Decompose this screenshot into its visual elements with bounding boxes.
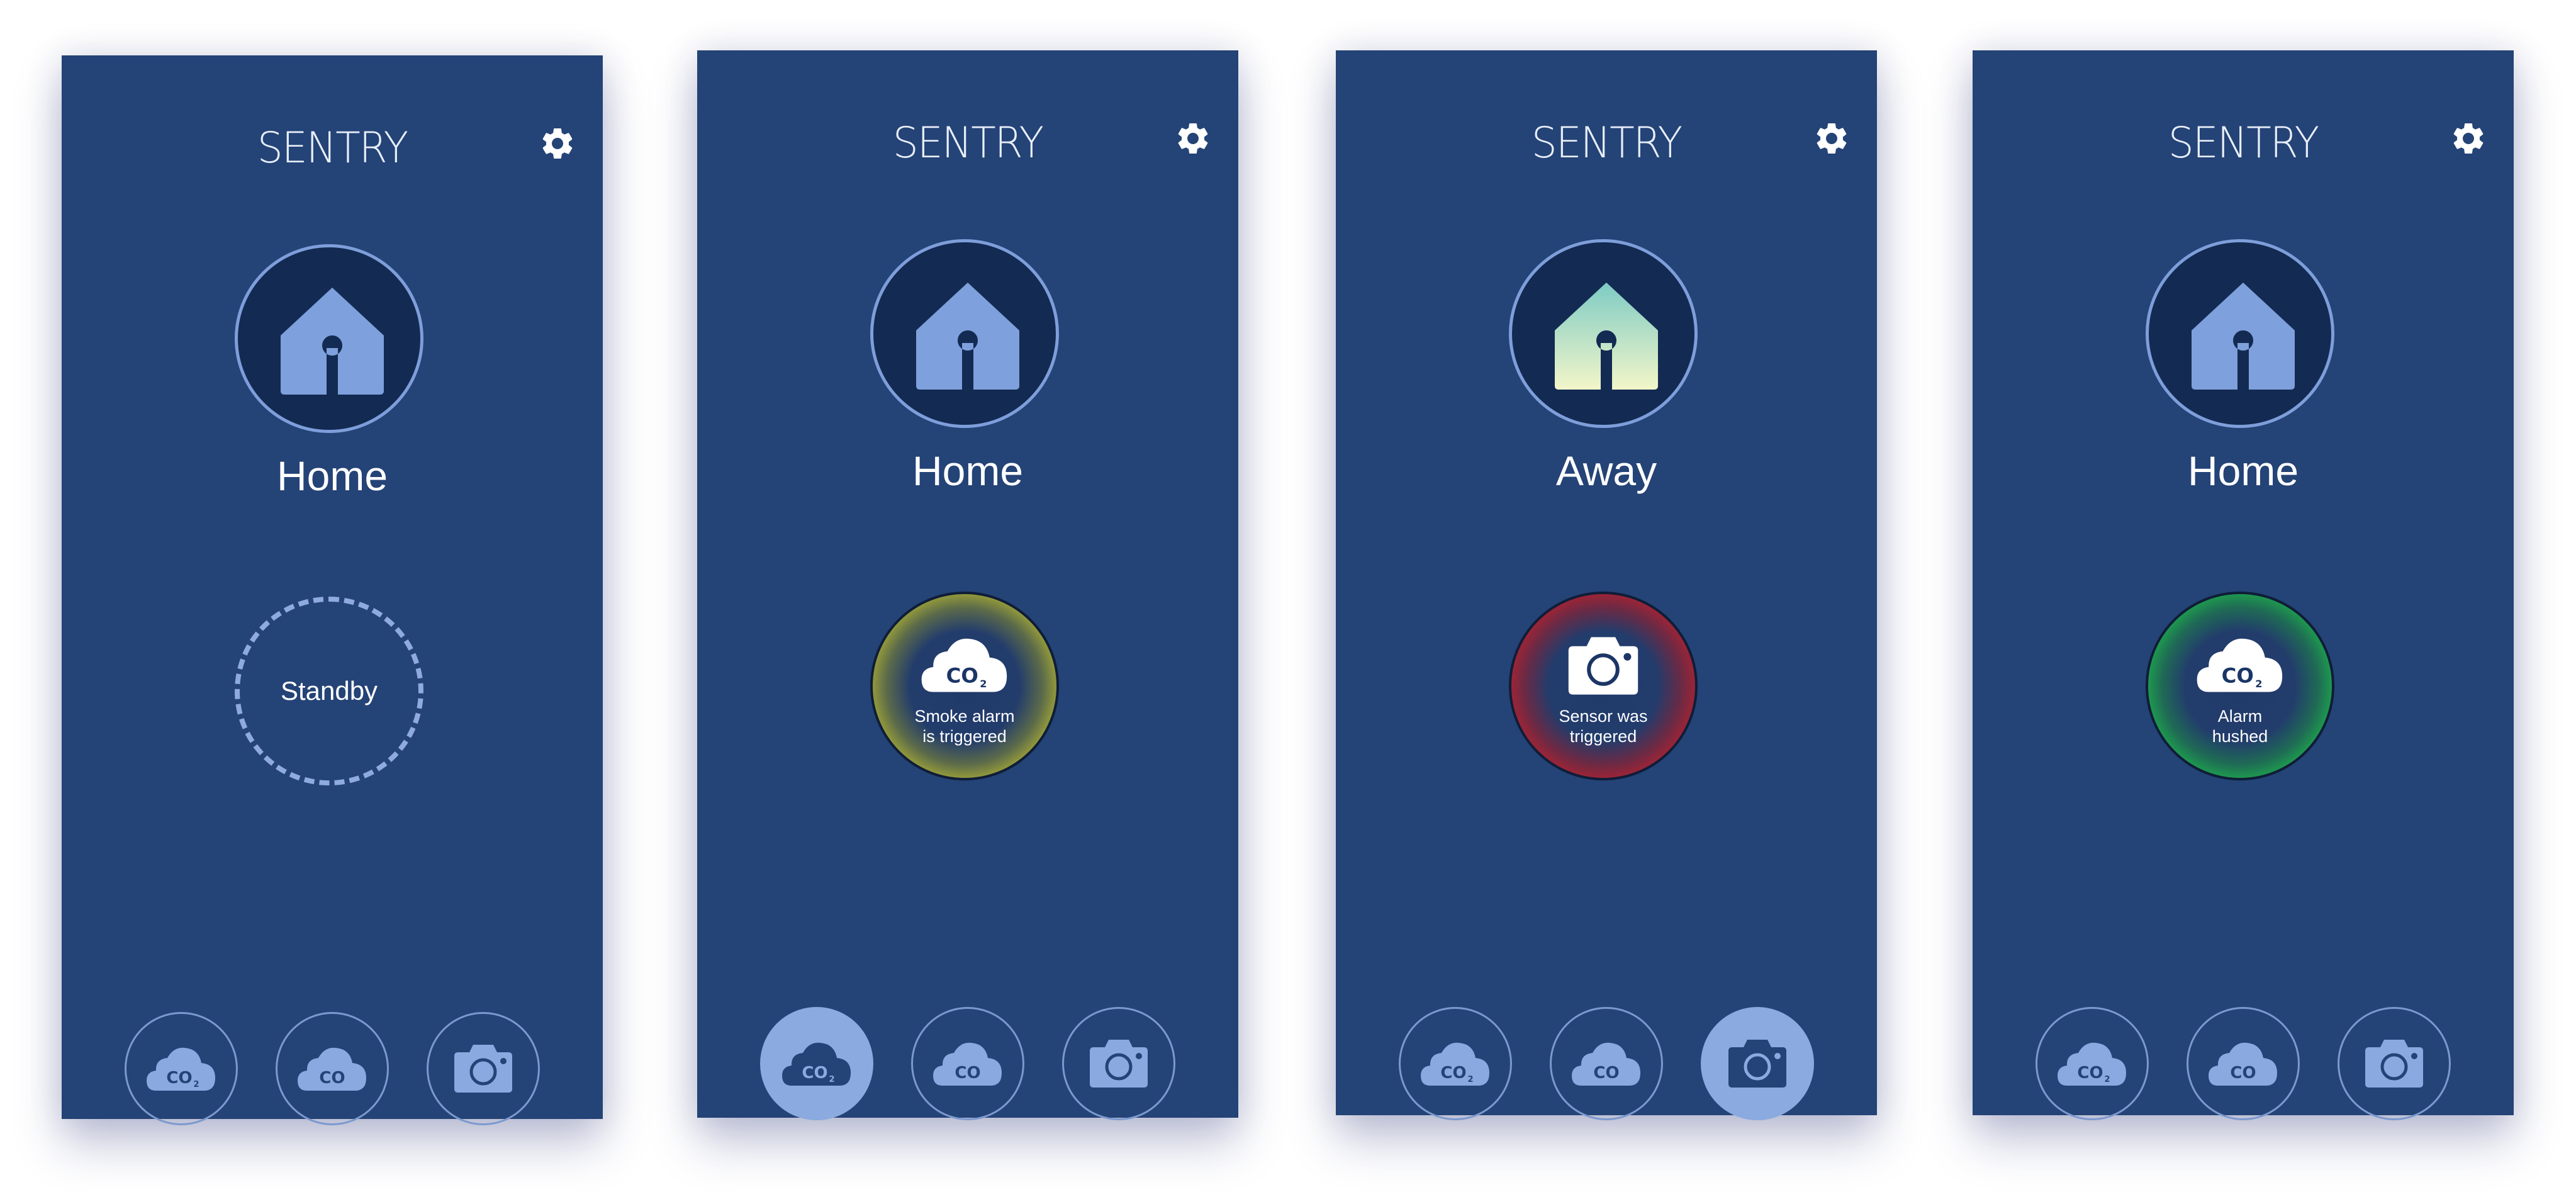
svg-text:CO: CO <box>2077 1064 2103 1082</box>
svg-text:2: 2 <box>2104 1075 2110 1084</box>
svg-text:CO: CO <box>166 1069 192 1088</box>
mode-label: Home <box>2187 447 2299 494</box>
svg-text:CO: CO <box>2222 664 2254 688</box>
camera-icon <box>1568 637 1638 695</box>
co-cloud-icon: CO <box>2209 1042 2277 1086</box>
mode-toggle-button[interactable] <box>1509 239 1698 428</box>
status-alert-button[interactable]: CO 2 Alarm hushed <box>2146 592 2334 780</box>
svg-text:CO: CO <box>1593 1064 1619 1082</box>
co-cloud-icon: CO <box>1572 1042 1640 1086</box>
co-cloud-icon: CO <box>933 1042 1002 1086</box>
sensor-tab-bar: CO 2 CO <box>125 1012 540 1125</box>
phone-screen-4: SENTRY Home CO 2 Alarm hushed CO 2 CO <box>1973 50 2514 1120</box>
house-lock-icon <box>281 288 384 395</box>
settings-gear-icon[interactable] <box>1174 120 1212 157</box>
mode-label: Away <box>1555 447 1657 494</box>
mode-toggle-button[interactable] <box>870 239 1059 428</box>
brand-logo: SENTRY <box>892 118 1044 168</box>
svg-text:CO: CO <box>2230 1064 2256 1082</box>
tab-co[interactable]: CO <box>1550 1007 1663 1120</box>
camera-icon <box>2365 1040 2423 1088</box>
camera-icon <box>454 1045 512 1093</box>
svg-text:2: 2 <box>193 1080 199 1089</box>
tab-co[interactable]: CO <box>911 1007 1024 1120</box>
settings-gear-icon[interactable] <box>2450 120 2487 157</box>
sensor-tab-bar: CO 2 CO <box>760 1007 1175 1120</box>
co2-cloud-icon: CO 2 <box>921 638 1007 692</box>
svg-text:CO: CO <box>802 1064 827 1082</box>
house-lock-icon <box>916 283 1019 390</box>
tab-co[interactable]: CO <box>2187 1007 2300 1120</box>
co2-cloud-icon: CO 2 <box>2058 1042 2126 1086</box>
brand-logo: SENTRY <box>1531 118 1683 168</box>
co2-cloud-icon: CO 2 <box>147 1047 215 1091</box>
svg-text:CO: CO <box>1440 1064 1466 1082</box>
mode-label: Home <box>912 447 1024 494</box>
status-message: Smoke alarm is triggered <box>914 707 1015 746</box>
tab-co2[interactable]: CO 2 <box>125 1012 238 1125</box>
camera-icon <box>1090 1040 1148 1088</box>
settings-gear-icon[interactable] <box>539 125 576 162</box>
mode-toggle-button[interactable] <box>235 244 423 433</box>
phone-screen-2: SENTRY Home CO 2 Smoke alarm is triggere… <box>697 50 1238 1120</box>
svg-text:CO: CO <box>955 1064 980 1082</box>
co2-cloud-icon: CO 2 <box>2197 638 2283 692</box>
svg-text:2: 2 <box>829 1075 834 1084</box>
co-cloud-icon: CO <box>298 1047 366 1091</box>
settings-gear-icon[interactable] <box>1813 120 1851 157</box>
status-label: Standby <box>280 676 378 706</box>
tab-co2[interactable]: CO 2 <box>760 1007 873 1120</box>
tab-co[interactable]: CO <box>276 1012 389 1125</box>
tab-camera[interactable] <box>2338 1007 2451 1120</box>
status-message: Alarm hushed <box>2212 707 2268 746</box>
tab-co2[interactable]: CO 2 <box>1399 1007 1512 1120</box>
svg-text:CO: CO <box>319 1069 345 1088</box>
mode-toggle-button[interactable] <box>2146 239 2334 428</box>
co2-cloud-icon: CO 2 <box>782 1042 851 1086</box>
status-message: Sensor was triggered <box>1559 707 1648 746</box>
house-lock-icon <box>2192 283 2295 390</box>
status-alert-button[interactable]: CO 2 Smoke alarm is triggered <box>870 592 1059 780</box>
mode-label: Home <box>276 453 388 499</box>
tab-camera[interactable] <box>1701 1007 1814 1120</box>
phone-screen-3: SENTRY Away Sensor was triggered CO 2 CO <box>1336 50 1877 1120</box>
sensor-tab-bar: CO 2 CO <box>2036 1007 2451 1120</box>
co2-cloud-icon: CO 2 <box>1421 1042 1489 1086</box>
brand-logo: SENTRY <box>257 123 408 173</box>
camera-icon <box>1728 1040 1786 1088</box>
tab-camera[interactable] <box>427 1012 540 1125</box>
sensor-tab-bar: CO 2 CO <box>1399 1007 1814 1120</box>
svg-text:2: 2 <box>980 678 987 690</box>
svg-text:CO: CO <box>946 664 978 688</box>
tab-co2[interactable]: CO 2 <box>2036 1007 2149 1120</box>
tab-camera[interactable] <box>1062 1007 1175 1120</box>
brand-logo: SENTRY <box>2168 118 2319 168</box>
status-alert-button[interactable]: Sensor was triggered <box>1509 592 1698 780</box>
status-standby-button[interactable]: Standby <box>235 597 423 785</box>
phone-screen-1: SENTRY Home Standby CO 2 CO <box>62 55 603 1125</box>
svg-text:2: 2 <box>1467 1075 1473 1084</box>
house-lock-icon <box>1555 283 1658 390</box>
svg-text:2: 2 <box>2255 678 2262 690</box>
